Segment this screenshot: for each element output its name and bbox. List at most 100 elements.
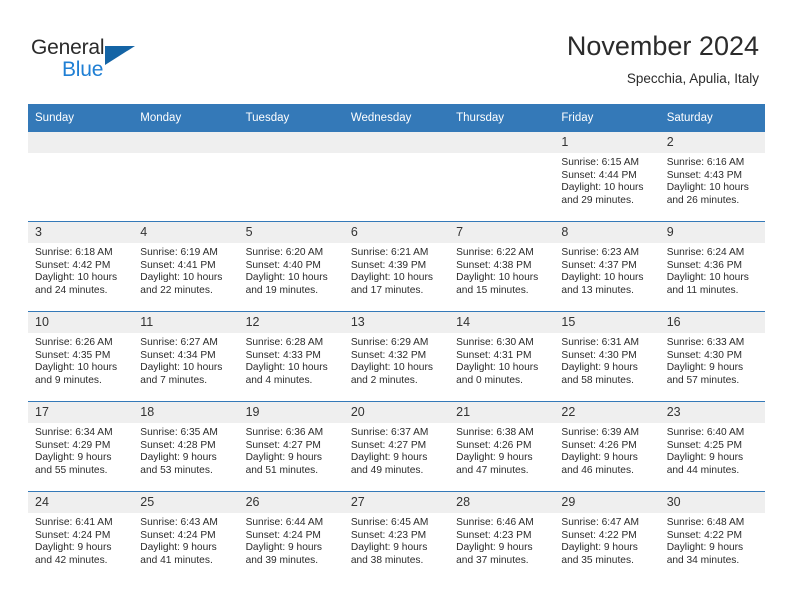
day-info: Sunrise: 6:41 AM Sunset: 4:24 PM Daylight:…	[28, 513, 133, 567]
calendar-day-cell[interactable]: 16 Sunrise: 6:33 AM Sunset: 4:30 PM Dayligh…	[659, 311, 765, 402]
daylight-text-line2: and 47 minutes.	[456, 464, 529, 476]
sunrise-text: Sunrise: 6:39 AM	[561, 427, 639, 438]
day-info: Sunrise: 6:36 AM Sunset: 4:27 PM Daylight:…	[239, 423, 344, 477]
sunrise-text: Sunrise: 6:33 AM	[666, 337, 745, 348]
day-number: 15	[554, 312, 660, 333]
daylight-text-line1: Daylight: 9 hours	[666, 542, 744, 554]
day-info: Sunrise: 6:43 AM Sunset: 4:24 PM Daylight:…	[133, 513, 238, 567]
calendar-day-cell-empty	[133, 132, 239, 222]
day-number: 10	[28, 312, 134, 333]
weekday-header-friday: Friday	[554, 104, 660, 132]
daylight-text-line2: and 0 minutes.	[456, 374, 523, 386]
daylight-text-line2: and 22 minutes.	[140, 284, 213, 296]
calendar-day-cell[interactable]: 19 Sunrise: 6:36 AM Sunset: 4:27 PM Dayligh…	[238, 401, 344, 492]
day-number: 21	[449, 402, 555, 423]
calendar-day-cell[interactable]: 25 Sunrise: 6:43 AM Sunset: 4:24 PM Dayligh…	[133, 491, 239, 581]
calendar-day-cell[interactable]: 27 Sunrise: 6:45 AM Sunset: 4:23 PM Dayligh…	[343, 491, 450, 581]
daylight-text-line1: Daylight: 10 hours	[140, 272, 223, 284]
day-info: Sunrise: 6:28 AM Sunset: 4:33 PM Daylight:…	[239, 333, 344, 387]
calendar-day-cell[interactable]: 2 Sunrise: 6:16 AM Sunset: 4:43 PM Daylight…	[659, 132, 765, 222]
sunrise-text: Sunrise: 6:21 AM	[350, 247, 429, 258]
daylight-text-line1: Daylight: 9 hours	[245, 542, 323, 554]
daylight-text-line1: Daylight: 10 hours	[245, 362, 328, 374]
calendar-day-cell[interactable]: 26 Sunrise: 6:44 AM Sunset: 4:24 PM Dayligh…	[238, 491, 344, 581]
day-number: 28	[449, 492, 555, 513]
calendar-day-cell-empty	[238, 132, 344, 222]
calendar-day-cell[interactable]: 8 Sunrise: 6:23 AM Sunset: 4:37 PM Daylight…	[554, 221, 660, 312]
calendar-day-cell[interactable]: 7 Sunrise: 6:22 AM Sunset: 4:38 PM Daylight…	[449, 221, 555, 312]
daylight-text-line2: and 4 minutes.	[245, 374, 313, 386]
daylight-text-line1: Daylight: 10 hours	[350, 272, 433, 284]
sunset-text: Sunset: 4:31 PM	[456, 349, 532, 361]
daylight-text-line1: Daylight: 9 hours	[35, 452, 112, 464]
daylight-text-line1: Daylight: 10 hours	[245, 272, 328, 284]
calendar-day-cell[interactable]: 12 Sunrise: 6:28 AM Sunset: 4:33 PM Dayligh…	[238, 311, 344, 402]
sunrise-text: Sunrise: 6:48 AM	[666, 517, 745, 528]
day-number: 1	[554, 132, 660, 153]
day-number: 7	[449, 222, 555, 243]
calendar-week-row: 3 Sunrise: 6:18 AM Sunset: 4:42 PM Daylight…	[28, 221, 765, 312]
calendar-day-cell[interactable]: 21 Sunrise: 6:38 AM Sunset: 4:26 PM Dayligh…	[449, 401, 555, 492]
daylight-text-line2: and 39 minutes.	[245, 554, 319, 566]
sunset-text: Sunset: 4:24 PM	[35, 529, 111, 541]
calendar-day-cell[interactable]: 13 Sunrise: 6:29 AM Sunset: 4:32 PM Dayligh…	[343, 311, 450, 402]
daylight-text-line1: Daylight: 10 hours	[140, 362, 223, 374]
day-number: 29	[554, 492, 660, 513]
sunset-text: Sunset: 4:43 PM	[666, 169, 743, 181]
day-info: Sunrise: 6:35 AM Sunset: 4:28 PM Daylight:…	[133, 423, 238, 477]
calendar-day-cell[interactable]: 22 Sunrise: 6:39 AM Sunset: 4:26 PM Dayligh…	[554, 401, 660, 492]
day-number	[343, 132, 450, 153]
calendar-day-cell[interactable]: 30 Sunrise: 6:48 AM Sunset: 4:22 PM Dayligh…	[659, 491, 765, 581]
calendar-day-cell[interactable]: 23 Sunrise: 6:40 AM Sunset: 4:25 PM Dayligh…	[659, 401, 765, 492]
day-number: 23	[659, 402, 765, 423]
daylight-text-line1: Daylight: 10 hours	[666, 272, 749, 284]
weekday-header-tuesday: Tuesday	[238, 104, 344, 132]
sunrise-text: Sunrise: 6:16 AM	[666, 157, 745, 168]
sunset-text: Sunset: 4:23 PM	[456, 529, 532, 541]
sunrise-text: Sunrise: 6:43 AM	[140, 517, 218, 528]
daylight-text-line1: Daylight: 9 hours	[666, 362, 744, 374]
brand-logo[interactable]: General Blue	[31, 36, 171, 84]
sunset-text: Sunset: 4:37 PM	[561, 259, 637, 271]
daylight-text-line1: Daylight: 10 hours	[350, 362, 433, 374]
calendar-day-cell-empty	[28, 132, 134, 222]
calendar-day-cell[interactable]: 14 Sunrise: 6:30 AM Sunset: 4:31 PM Dayligh…	[449, 311, 555, 402]
calendar-day-cell[interactable]: 18 Sunrise: 6:35 AM Sunset: 4:28 PM Dayligh…	[133, 401, 239, 492]
day-number: 19	[238, 402, 344, 423]
sunset-text: Sunset: 4:22 PM	[666, 529, 743, 541]
sunrise-text: Sunrise: 6:37 AM	[350, 427, 429, 438]
sunrise-text: Sunrise: 6:20 AM	[245, 247, 324, 258]
sunset-text: Sunset: 4:42 PM	[35, 259, 111, 271]
day-number: 14	[449, 312, 555, 333]
daylight-text-line2: and 2 minutes.	[350, 374, 418, 386]
calendar-day-cell[interactable]: 20 Sunrise: 6:37 AM Sunset: 4:27 PM Dayligh…	[343, 401, 450, 492]
calendar-day-cell[interactable]: 29 Sunrise: 6:47 AM Sunset: 4:22 PM Dayligh…	[554, 491, 660, 581]
brand-word-general: General	[31, 36, 105, 59]
calendar-day-cell[interactable]: 10 Sunrise: 6:26 AM Sunset: 4:35 PM Dayligh…	[28, 311, 134, 402]
calendar-day-cell[interactable]: 9 Sunrise: 6:24 AM Sunset: 4:36 PM Daylight…	[659, 221, 765, 312]
calendar-day-cell[interactable]: 17 Sunrise: 6:34 AM Sunset: 4:29 PM Dayligh…	[28, 401, 134, 492]
daylight-text-line1: Daylight: 9 hours	[561, 452, 638, 464]
calendar-day-cell[interactable]: 6 Sunrise: 6:21 AM Sunset: 4:39 PM Daylight…	[343, 221, 450, 312]
day-info: Sunrise: 6:16 AM Sunset: 4:43 PM Daylight:…	[660, 153, 765, 207]
sunset-text: Sunset: 4:27 PM	[350, 439, 427, 451]
sunrise-text: Sunrise: 6:23 AM	[561, 247, 639, 258]
calendar-day-cell[interactable]: 28 Sunrise: 6:46 AM Sunset: 4:23 PM Dayligh…	[449, 491, 555, 581]
sunrise-text: Sunrise: 6:18 AM	[35, 247, 113, 258]
sunset-text: Sunset: 4:26 PM	[456, 439, 532, 451]
daylight-text-line2: and 26 minutes.	[666, 194, 740, 206]
calendar-day-cell[interactable]: 4 Sunrise: 6:19 AM Sunset: 4:41 PM Daylight…	[133, 221, 239, 312]
sunset-text: Sunset: 4:39 PM	[350, 259, 427, 271]
daylight-text-line1: Daylight: 10 hours	[35, 362, 118, 374]
calendar-day-cell[interactable]: 1 Sunrise: 6:15 AM Sunset: 4:44 PM Daylight…	[554, 132, 660, 222]
calendar-day-cell[interactable]: 11 Sunrise: 6:27 AM Sunset: 4:34 PM Dayligh…	[133, 311, 239, 402]
calendar-day-cell[interactable]: 24 Sunrise: 6:41 AM Sunset: 4:24 PM Dayligh…	[28, 491, 134, 581]
calendar-page: General Blue November 2024 Specchia, Apu…	[0, 0, 792, 612]
daylight-text-line1: Daylight: 10 hours	[666, 182, 749, 194]
calendar-day-cell[interactable]: 3 Sunrise: 6:18 AM Sunset: 4:42 PM Daylight…	[28, 221, 134, 312]
calendar-day-cell[interactable]: 15 Sunrise: 6:31 AM Sunset: 4:30 PM Dayligh…	[554, 311, 660, 402]
calendar-day-cell[interactable]: 5 Sunrise: 6:20 AM Sunset: 4:40 PM Daylight…	[238, 221, 344, 312]
sunset-text: Sunset: 4:23 PM	[350, 529, 427, 541]
calendar-day-cell-empty	[449, 132, 555, 222]
daylight-text-line2: and 58 minutes.	[561, 374, 634, 386]
